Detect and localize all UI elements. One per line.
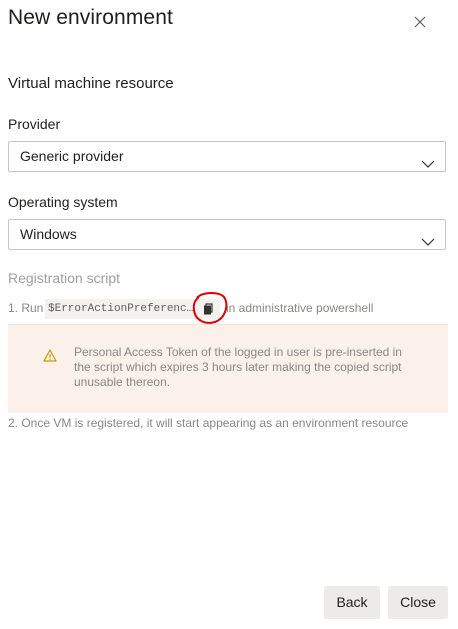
panel-title: New environment [8, 6, 173, 29]
warning-icon [43, 349, 57, 362]
script-snippet: $ErrorActionPreferenc… [45, 299, 205, 319]
registration-step-2: 2. Once VM is registered, it will start … [8, 416, 409, 430]
copy-icon [204, 303, 213, 315]
section-title: Virtual machine resource [8, 75, 174, 92]
chevron-down-icon [421, 229, 435, 246]
provider-dropdown[interactable]: Generic provider [8, 141, 446, 172]
warning-text: Personal Access Token of the logged in u… [74, 345, 402, 389]
token-warning-banner: Personal Access Token of the logged in u… [8, 324, 448, 413]
close-icon[interactable] [411, 13, 429, 31]
back-button[interactable]: Back [324, 586, 380, 619]
provider-selected-value: Generic provider [20, 148, 124, 164]
registration-script-label: Registration script [8, 270, 121, 286]
close-button[interactable]: Close [388, 586, 448, 619]
operating-system-selected-value: Windows [20, 226, 77, 242]
chevron-down-icon [421, 151, 435, 168]
operating-system-label: Operating system [8, 194, 118, 210]
step1-prefix: 1. Run [8, 301, 44, 315]
operating-system-dropdown[interactable]: Windows [8, 219, 446, 250]
step1-suffix: in administrative powershell [226, 301, 374, 315]
copy-script-button[interactable] [198, 299, 220, 319]
provider-label: Provider [8, 116, 61, 132]
